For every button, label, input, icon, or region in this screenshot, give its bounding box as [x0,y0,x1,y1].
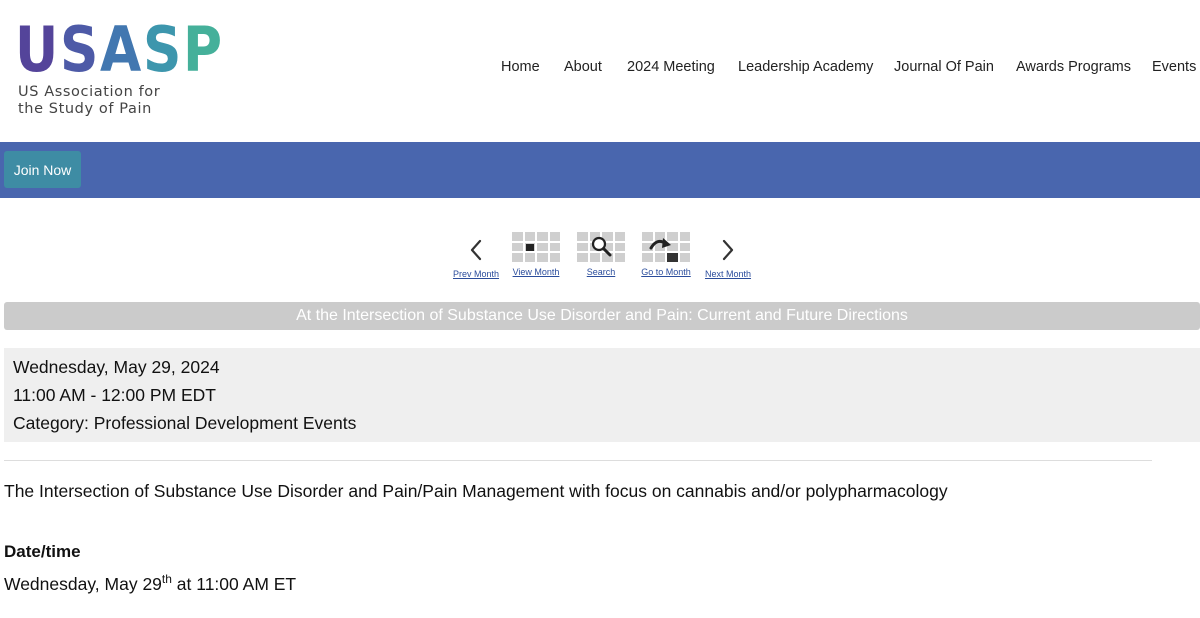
main-nav: Home About 2024 Meeting Leadership Acade… [0,59,1200,79]
search-icon [577,232,625,262]
logo-tagline: US Association for the Study of Pain [15,84,223,118]
chevron-right-icon [722,239,734,261]
search-label[interactable]: Search [574,267,628,277]
go-to-month-button[interactable]: Go to Month [638,230,694,277]
event-description: The Intersection of Substance Use Disord… [4,481,948,501]
event-category: Category: Professional Development Event… [13,413,357,433]
calendar-navigation: Prev Month View Month Search Go to Month… [0,230,1200,290]
nav-about[interactable]: About [564,59,602,75]
search-button[interactable]: Search [574,230,628,277]
datetime-rest: at 11:00 AM ET [171,573,297,594]
nav-awards-programs[interactable]: Awards Programs [1016,59,1131,75]
logo-tagline-line1: US Association for [18,84,161,100]
datetime-heading: Date/time [4,542,81,561]
view-month-label[interactable]: View Month [508,267,564,277]
event-title: At the Intersection of Substance Use Dis… [4,302,1200,330]
join-now-button[interactable]: Join Now [4,151,81,188]
goto-month-icon [642,232,690,262]
nav-events[interactable]: Events [1152,59,1196,75]
datetime-main: Wednesday, May 29 [4,573,162,594]
nav-home[interactable]: Home [501,59,540,75]
datetime-value: Wednesday, May 29th at 11:00 AM ET [4,572,296,595]
go-to-month-label[interactable]: Go to Month [638,267,694,277]
event-date: Wednesday, May 29, 2024 [13,357,220,377]
site-header: U S A S P US Association for the Study o… [0,0,1200,142]
event-time: 11:00 AM - 12:00 PM EDT [13,385,216,405]
view-month-button[interactable]: View Month [508,230,564,277]
next-month-button[interactable]: Next Month [700,230,756,279]
section-divider [4,460,1152,461]
logo-tagline-line2: the Study of Pain [18,101,152,117]
chevron-left-icon [470,239,482,261]
member-bar [0,142,1200,198]
next-month-label[interactable]: Next Month [700,269,756,279]
datetime-ordinal: th [161,572,172,586]
event-details-box: Wednesday, May 29, 2024 11:00 AM - 12:00… [4,348,1200,442]
nav-2024-meeting[interactable]: 2024 Meeting [627,59,715,75]
prev-month-label[interactable]: Prev Month [448,269,504,279]
nav-leadership-academy[interactable]: Leadership Academy [738,59,873,75]
prev-month-button[interactable]: Prev Month [448,230,504,279]
nav-journal-of-pain[interactable]: Journal Of Pain [894,59,994,75]
calendar-grid-icon [512,232,560,262]
